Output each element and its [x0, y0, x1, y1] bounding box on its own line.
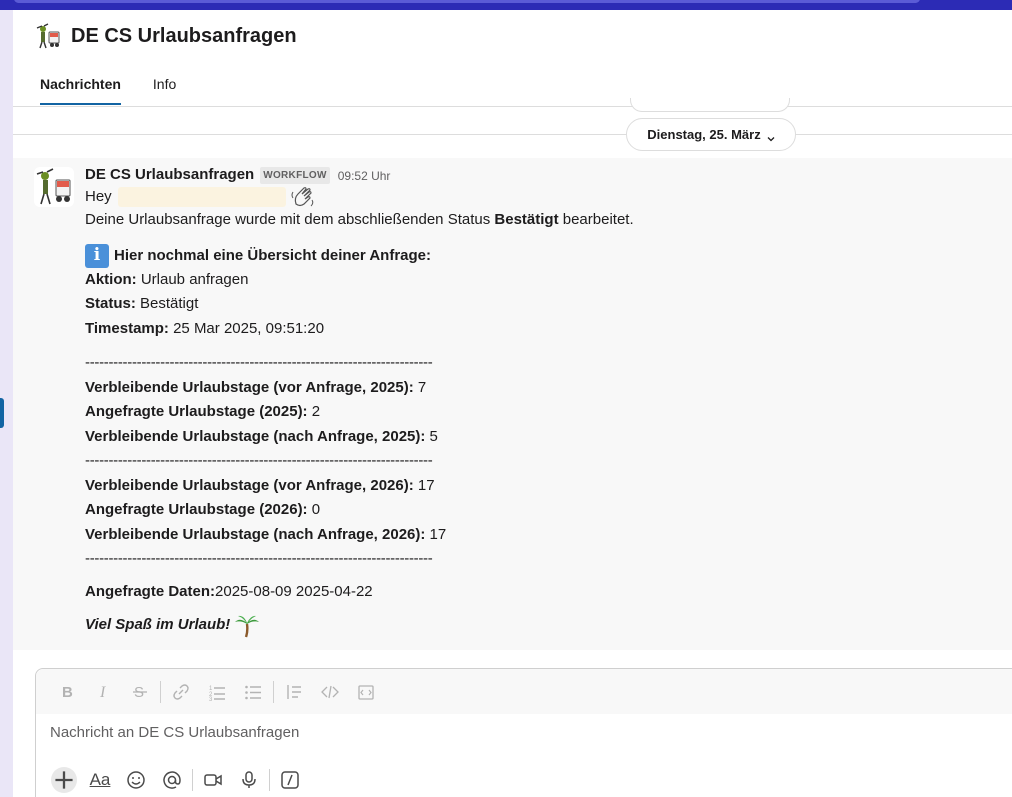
toolbar-divider: [192, 769, 193, 791]
message-meta: DE CS Urlaubsanfragen WORKFLOW 09:52 Uhr: [85, 166, 985, 185]
field-value: 5: [425, 427, 438, 445]
workflow-message: DE CS Urlaubsanfragen WORKFLOW 09:52 Uhr…: [13, 158, 1012, 650]
tab-nachrichten[interactable]: Nachrichten: [40, 76, 121, 105]
remaining-after-2025: Verbleibende Urlaubstage (nach Anfrage, …: [85, 426, 985, 451]
field-label: Angefragte Daten:: [85, 582, 216, 600]
message-input[interactable]: Nachricht an DE CS Urlaubsanfragen: [50, 724, 299, 741]
chevron-down-icon: [767, 131, 775, 141]
field-value: 2: [307, 403, 321, 420]
workflow-bot-icon: [35, 23, 61, 49]
emoji-icon[interactable]: [118, 765, 154, 795]
text-format-icon[interactable]: Aa: [82, 765, 118, 795]
bold-icon[interactable]: B: [50, 677, 86, 707]
separator-line: ----------------------------------------…: [85, 354, 433, 371]
field-label: Angefragte Urlaubstage (2025):: [85, 403, 308, 420]
date-label: Dienstag, 25. März: [647, 127, 761, 142]
greeting-line: Hey: [85, 185, 985, 209]
field-value: 17: [425, 525, 447, 543]
bulleted-list-icon[interactable]: [235, 677, 271, 707]
field-status: Status: Bestätigt: [85, 293, 985, 318]
separator-line: ----------------------------------------…: [85, 452, 433, 469]
field-label: Aktion:: [85, 270, 137, 288]
field-label: Angefragte Urlaubstage (2026):: [85, 501, 308, 518]
link-icon[interactable]: [163, 677, 199, 707]
overview-title: Hier nochmal eine Übersicht deiner Anfra…: [114, 246, 432, 264]
field-value: 17: [413, 476, 435, 494]
video-icon[interactable]: [195, 765, 231, 795]
code-block-icon[interactable]: [348, 677, 384, 707]
channel-name: DE CS Urlaubsanfragen: [71, 24, 297, 47]
channel-title[interactable]: DE CS Urlaubsanfragen: [35, 23, 297, 49]
field-value: Urlaub anfragen: [136, 270, 249, 288]
requested-dates: Angefragte Daten:2025-08-09 2025-04-22: [85, 581, 985, 606]
wave-hand-icon: [290, 186, 316, 208]
greeting-text: Hey: [85, 187, 112, 205]
search-bar[interactable]: [14, 0, 920, 3]
remaining-after-2026: Verbleibende Urlaubstage (nach Anfrage, …: [85, 524, 985, 549]
toolbar-divider: [273, 680, 274, 703]
field-value: 25 Mar 2025, 09:51:20: [168, 319, 325, 337]
field-label: Verbleibende Urlaubstage (vor Anfrage, 2…: [85, 476, 414, 494]
field-label: Status:: [85, 295, 136, 312]
top-bar: [0, 0, 1012, 10]
tab-info[interactable]: Info: [153, 76, 176, 105]
channel-view: DE CS Urlaubsanfragen Nachrichten Info D…: [13, 10, 1012, 797]
message-timestamp[interactable]: 09:52 Uhr: [338, 167, 391, 185]
status-line-prefix: Deine Urlaubsanfrage wurde mit dem absch…: [85, 211, 495, 228]
avatar[interactable]: [34, 167, 74, 207]
toolbar-divider: [269, 769, 270, 791]
date-divider-line: [13, 134, 1012, 135]
toolbar-divider: [160, 680, 161, 703]
channel-tabs: Nachrichten Info: [40, 76, 176, 105]
requested-2025: Angefragte Urlaubstage (2025): 2: [85, 401, 985, 426]
message-body: DE CS Urlaubsanfragen WORKFLOW 09:52 Uhr…: [85, 166, 985, 638]
svg-text:3: 3: [209, 697, 213, 701]
redacted-mention: [117, 187, 286, 207]
field-timestamp: Timestamp: 25 Mar 2025, 09:51:20: [85, 318, 985, 343]
slash-command-icon[interactable]: [272, 765, 308, 795]
channel-header: DE CS Urlaubsanfragen Nachrichten Info: [13, 10, 1012, 107]
closing-line: Viel Spaß im Urlaub!: [85, 613, 985, 638]
info-icon: i: [85, 244, 109, 268]
svg-text:I: I: [99, 684, 106, 701]
status-value: Bestätigt: [494, 211, 559, 228]
code-icon[interactable]: [312, 677, 348, 707]
header-divider: [13, 106, 1012, 107]
requested-2026: Angefragte Urlaubstage (2026): 0: [85, 499, 985, 524]
active-workspace-marker: [0, 398, 4, 428]
blockquote-icon[interactable]: [276, 677, 312, 707]
microphone-icon[interactable]: [231, 765, 267, 795]
field-value: 2025-08-09 2025-04-22: [215, 582, 373, 600]
remaining-before-2025: Verbleibende Urlaubstage (vor Anfrage, 2…: [85, 377, 985, 402]
ordered-list-icon[interactable]: 123: [199, 677, 235, 707]
sender-name[interactable]: DE CS Urlaubsanfragen: [85, 164, 254, 187]
remaining-before-2026: Verbleibende Urlaubstage (vor Anfrage, 2…: [85, 475, 985, 500]
field-label: Verbleibende Urlaubstage (vor Anfrage, 2…: [85, 378, 414, 396]
field-value: 0: [307, 501, 321, 518]
strikethrough-icon[interactable]: S: [122, 677, 158, 707]
svg-text:B: B: [62, 684, 73, 701]
left-rail: [0, 10, 13, 797]
status-line: Deine Urlaubsanfrage wurde mit dem absch…: [85, 209, 985, 234]
mention-icon[interactable]: [154, 765, 190, 795]
closing-text: Viel Spaß im Urlaub!: [85, 616, 231, 634]
overview-heading: i Hier nochmal eine Übersicht deiner Anf…: [85, 244, 985, 269]
previous-date-pill[interactable]: [630, 98, 790, 112]
workflow-badge: WORKFLOW: [260, 167, 330, 184]
message-composer[interactable]: B I S 123 Nachricht an DE CS Urlaubsanfr…: [35, 668, 1012, 797]
palm-tree-icon: [234, 614, 260, 638]
field-label: Timestamp:: [85, 319, 169, 337]
field-label: Verbleibende Urlaubstage (nach Anfrage, …: [85, 427, 426, 445]
field-aktion: Aktion: Urlaub anfragen: [85, 269, 985, 294]
field-value: Bestätigt: [135, 295, 199, 312]
italic-icon[interactable]: I: [86, 677, 122, 707]
separator-line: ----------------------------------------…: [85, 550, 433, 567]
formatting-toolbar: B I S 123: [36, 669, 1012, 714]
composer-actions: Aa: [46, 765, 308, 795]
date-divider-pill[interactable]: Dienstag, 25. März: [626, 118, 796, 151]
field-label: Verbleibende Urlaubstage (nach Anfrage, …: [85, 525, 426, 543]
field-value: 7: [413, 378, 427, 396]
status-line-suffix: bearbeitet.: [558, 211, 634, 228]
plus-icon[interactable]: [46, 765, 82, 795]
